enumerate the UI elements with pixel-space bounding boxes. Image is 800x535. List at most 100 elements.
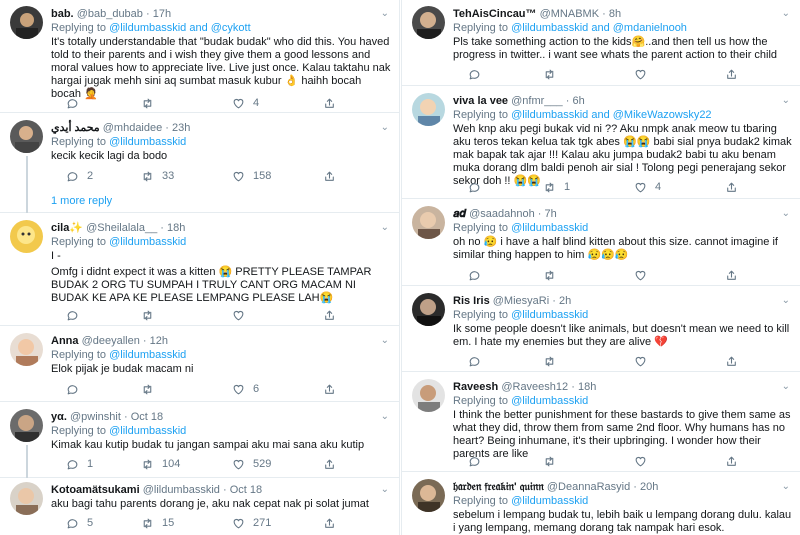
retweet-button[interactable] <box>141 96 162 110</box>
like-button[interactable] <box>634 354 647 368</box>
replying-to-link[interactable]: @lildumbasskid and @MikeWazowsky22 <box>511 109 711 121</box>
display-name[interactable]: محمد أيدي <box>51 122 100 134</box>
reply-tweet[interactable]: 𝒂𝒅 @saadahnoh · 7h ⌄ Replying to @lildumb… <box>402 200 800 286</box>
retweet-button[interactable] <box>543 454 556 468</box>
avatar[interactable] <box>10 6 43 39</box>
avatar[interactable] <box>10 120 43 153</box>
caret-down-icon[interactable]: ⌄ <box>381 221 389 235</box>
replying-to-link[interactable]: @lildumbasskid and @cykott <box>109 22 251 34</box>
retweet-button[interactable]: 33 <box>141 169 174 183</box>
caret-down-icon[interactable]: ⌄ <box>782 94 790 108</box>
user-handle[interactable]: @bab_dubab <box>77 8 143 20</box>
like-button[interactable]: 4 <box>634 180 661 194</box>
reply-tweet[interactable]: Ris Iris @MiesyaRi · 2h ⌄ Replying to @li… <box>402 287 800 372</box>
like-button[interactable] <box>634 67 647 81</box>
share-button[interactable] <box>725 354 738 368</box>
timestamp[interactable]: Oct 18 <box>230 484 262 496</box>
timestamp[interactable]: 23h <box>172 122 190 134</box>
retweet-button[interactable]: 104 <box>141 457 180 471</box>
caret-down-icon[interactable]: ⌄ <box>381 121 389 135</box>
display-name[interactable]: Anna <box>51 335 79 347</box>
more-replies-link[interactable]: 1 more reply <box>51 195 112 207</box>
like-button[interactable] <box>232 308 245 322</box>
user-handle[interactable]: @DeannaRasyid <box>547 481 630 493</box>
replying-to-link[interactable]: @lildumbasskid <box>109 136 186 148</box>
share-button[interactable] <box>725 268 738 282</box>
display-name[interactable]: Raveesh <box>453 381 498 393</box>
caret-down-icon[interactable]: ⌄ <box>381 483 389 497</box>
avatar[interactable] <box>412 479 445 512</box>
caret-down-icon[interactable]: ⌄ <box>782 294 790 308</box>
retweet-button[interactable] <box>141 308 154 322</box>
share-button[interactable] <box>323 516 336 530</box>
caret-down-icon[interactable]: ⌄ <box>782 480 790 494</box>
caret-down-icon[interactable]: ⌄ <box>782 380 790 394</box>
replying-to-link[interactable]: @lildumbasskid <box>511 222 588 234</box>
replying-to-link[interactable]: @lildumbasskid <box>511 495 588 507</box>
reply-tweet[interactable]: TehAisCincau™ @MNABMK · 8h ⌄ Replying to … <box>402 0 800 86</box>
reply-tweet[interactable]: Anna @deeyallen · 12h ⌄ Replying to @lild… <box>0 327 399 402</box>
user-handle[interactable]: @MNABMK <box>540 8 599 20</box>
display-name[interactable]: Kotoamätsukami <box>51 484 140 496</box>
timestamp[interactable]: 7h <box>545 208 557 220</box>
avatar[interactable] <box>10 333 43 366</box>
reply-tweet[interactable]: محمد أيدي @mhdaidee · 23h ⌄ Replying to @… <box>0 114 399 213</box>
reply-button[interactable] <box>468 268 481 282</box>
caret-down-icon[interactable]: ⌄ <box>381 7 389 21</box>
share-button[interactable] <box>725 67 738 81</box>
replying-to-link[interactable]: @lildumbasskid <box>109 236 186 248</box>
like-button[interactable]: 158 <box>232 169 271 183</box>
replying-to-link[interactable]: @lildumbasskid <box>109 349 186 361</box>
display-name[interactable]: cila✨ <box>51 222 83 234</box>
display-name[interactable]: viva la vee <box>453 95 508 107</box>
display-name[interactable]: yα. <box>51 411 67 423</box>
retweet-button[interactable] <box>543 268 556 282</box>
timestamp[interactable]: Oct 18 <box>131 411 163 423</box>
reply-button[interactable]: 2 <box>66 169 93 183</box>
like-button[interactable] <box>634 454 647 468</box>
like-button[interactable]: 6 <box>232 382 259 396</box>
reply-button[interactable] <box>468 354 481 368</box>
reply-button[interactable] <box>66 308 79 322</box>
reply-tweet[interactable]: 𝔥𝔞𝔯𝔡𝔢𝔫 𝔣𝔯𝔢𝔞𝔨𝔦𝔫' 𝔮𝔲𝔦𝔫𝔫 @DeannaRasyid · 20… <box>402 473 800 535</box>
user-handle[interactable]: @MiesyaRi <box>493 295 549 307</box>
reply-button[interactable] <box>66 96 87 110</box>
display-name[interactable]: TehAisCincau™ <box>453 8 537 20</box>
reply-tweet[interactable]: Kotoamätsukami @lildumbasskid · Oct 18 ⌄ … <box>0 478 399 535</box>
like-button[interactable]: 4 <box>232 96 259 110</box>
share-button[interactable] <box>323 308 336 322</box>
reply-tweet[interactable]: Raveesh @Raveesh12 · 18h ⌄ Replying to @l… <box>402 373 800 472</box>
avatar[interactable] <box>412 93 445 126</box>
reply-tweet[interactable]: viva la vee @nfmr___ · 6h ⌄ Replying to @… <box>402 87 800 199</box>
caret-down-icon[interactable]: ⌄ <box>782 207 790 221</box>
user-handle[interactable]: @pwinshit <box>70 411 121 423</box>
timestamp[interactable]: 6h <box>572 95 584 107</box>
timestamp[interactable]: 18h <box>167 222 185 234</box>
retweet-button[interactable]: 15 <box>141 516 174 530</box>
user-handle[interactable]: @Raveesh12 <box>501 381 568 393</box>
share-button[interactable] <box>323 457 336 471</box>
retweet-button[interactable] <box>141 382 154 396</box>
reply-tweet[interactable]: bab. @bab_dubab · 17h ⌄ Replying to @lild… <box>0 0 399 113</box>
avatar[interactable] <box>10 482 43 515</box>
avatar[interactable] <box>412 206 445 239</box>
reply-button[interactable]: 1 <box>66 457 93 471</box>
like-button[interactable] <box>634 268 647 282</box>
replying-to-link[interactable]: @lildumbasskid <box>109 425 186 437</box>
share-button[interactable] <box>725 454 738 468</box>
retweet-button[interactable]: 1 <box>543 180 570 194</box>
display-name[interactable]: bab. <box>51 8 74 20</box>
share-button[interactable] <box>323 382 336 396</box>
caret-down-icon[interactable]: ⌄ <box>782 7 790 21</box>
share-button[interactable] <box>725 180 738 194</box>
display-name[interactable]: 𝔥𝔞𝔯𝔡𝔢𝔫 𝔣𝔯𝔢𝔞𝔨𝔦𝔫' 𝔮𝔲𝔦𝔫𝔫 <box>453 481 544 493</box>
timestamp[interactable]: 12h <box>150 335 168 347</box>
caret-down-icon[interactable]: ⌄ <box>381 410 389 424</box>
share-button[interactable] <box>323 169 336 183</box>
avatar[interactable] <box>412 6 445 39</box>
avatar[interactable] <box>412 379 445 412</box>
reply-button[interactable] <box>468 180 481 194</box>
timestamp[interactable]: 20h <box>640 481 658 493</box>
replying-to-link[interactable]: @lildumbasskid and @mdanielnooh <box>511 22 687 34</box>
display-name[interactable]: Ris Iris <box>453 295 490 307</box>
